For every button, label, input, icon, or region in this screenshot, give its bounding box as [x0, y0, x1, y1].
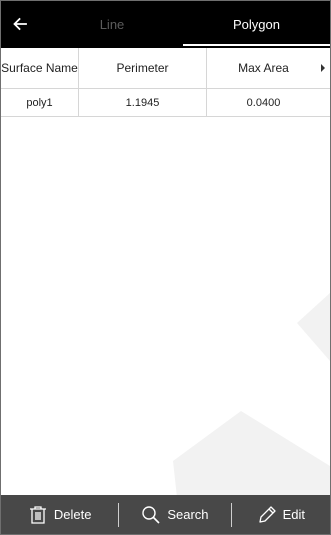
- tab-line[interactable]: Line: [41, 1, 183, 48]
- trash-icon: [29, 505, 46, 524]
- back-button[interactable]: [7, 11, 33, 37]
- table-header: Surface Name Perimeter Max Area: [1, 48, 330, 89]
- edit-label: Edit: [282, 507, 306, 522]
- scroll-right-icon[interactable]: [320, 48, 330, 88]
- delete-button[interactable]: Delete: [1, 495, 118, 534]
- arrow-left-icon: [13, 17, 27, 31]
- delete-label: Delete: [53, 507, 92, 522]
- search-button[interactable]: Search: [119, 495, 230, 534]
- column-header-perimeter[interactable]: Perimeter: [79, 48, 207, 88]
- active-tab-indicator: [183, 44, 330, 46]
- pencil-icon: [258, 505, 276, 523]
- cell-max-area: 0.0400: [246, 96, 281, 109]
- table-row[interactable]: poly1 1.1945 0.0400: [1, 89, 330, 117]
- bottom-toolbar: Delete Search Edit: [1, 495, 330, 534]
- tab-polygon[interactable]: Polygon: [183, 1, 330, 48]
- cell-surface-name: poly1: [1, 89, 79, 116]
- search-label: Search: [167, 507, 209, 522]
- edit-button[interactable]: Edit: [232, 495, 330, 534]
- magnifier-icon: [142, 505, 160, 524]
- column-header-surface-name[interactable]: Surface Name: [1, 48, 79, 88]
- column-header-max-area[interactable]: Max Area: [207, 48, 320, 88]
- cell-perimeter: 1.1945: [79, 89, 207, 116]
- top-bar: Line Polygon: [1, 1, 330, 48]
- app-screen: Line Polygon Surface Name Perimeter Max …: [0, 0, 331, 535]
